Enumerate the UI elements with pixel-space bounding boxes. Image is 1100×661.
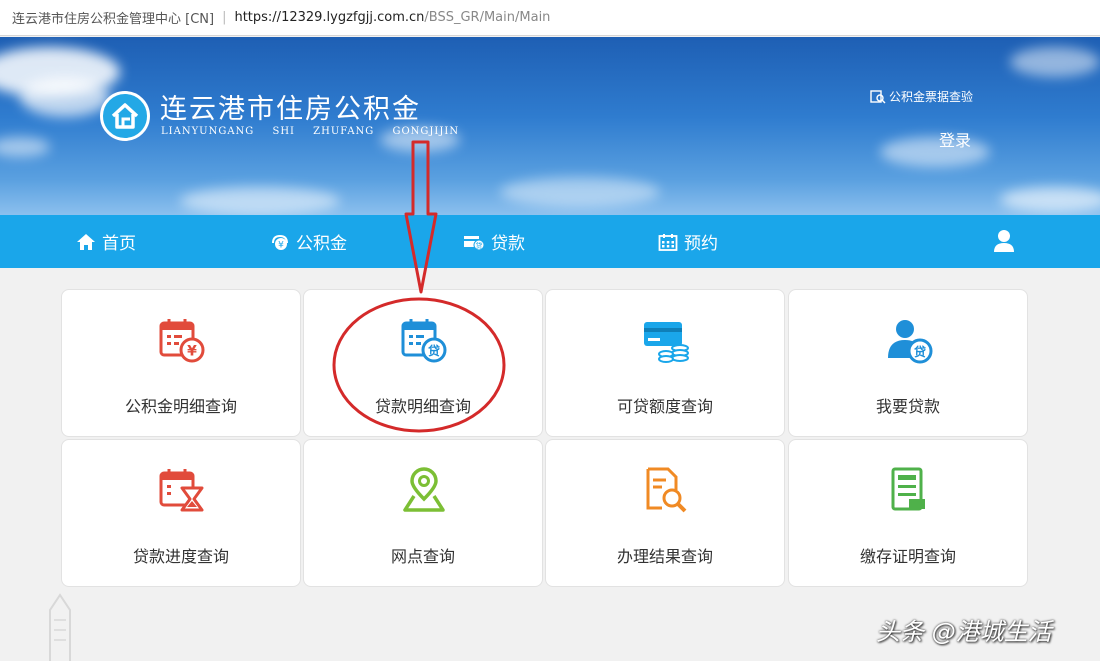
page: 连云港市住房公积金管理中心 [CN] | https://12329.lygzf… — [0, 0, 1100, 661]
deposit-cert-icon — [891, 467, 925, 511]
apply-loan-icon: 贷 — [888, 320, 933, 364]
home-icon — [77, 233, 95, 250]
tile-loan-limit[interactable]: 可贷额度查询 — [545, 289, 785, 437]
svg-text:¥: ¥ — [278, 240, 284, 250]
main-nav: 首页 ¥ 公积金 贷 贷款 预约 — [0, 215, 1100, 268]
receipt-verify-link[interactable]: 公积金票据查验 — [870, 88, 973, 105]
building-illustration — [49, 593, 71, 661]
login-link[interactable]: 登录 — [939, 127, 971, 151]
site-title: 连云港市住房公积金管理中心 [CN] — [12, 12, 215, 27]
loan-card-icon: 贷 — [464, 235, 485, 250]
logo-icon[interactable] — [100, 91, 150, 141]
receipt-verify-label: 公积金票据查验 — [889, 90, 974, 104]
nav-item-fund[interactable]: ¥ 公积金 — [270, 215, 347, 268]
cloud — [20, 77, 110, 117]
fund-icon: ¥ — [272, 234, 288, 250]
svg-text:¥: ¥ — [187, 344, 197, 360]
loan-limit-icon — [644, 322, 689, 363]
fund-detail-icon: ¥ — [159, 319, 205, 363]
tile-label: 网点查询 — [390, 547, 455, 566]
tile-label: 缴存证明查询 — [859, 547, 956, 566]
tile-label: 贷款进度查询 — [132, 547, 229, 566]
browser-address-bar[interactable]: 连云港市住房公积金管理中心 [CN] | https://12329.lygzf… — [0, 0, 1100, 36]
nav-item-loan[interactable]: 贷 贷款 — [463, 215, 525, 268]
nav-item-label: 贷款 — [491, 234, 525, 254]
cloud — [1010, 47, 1100, 77]
tile-label: 可贷额度查询 — [616, 397, 713, 416]
tile-branch-search[interactable]: 网点查询 — [303, 439, 543, 587]
cloud — [180, 187, 340, 215]
nav-item-label: 公积金 — [296, 234, 347, 254]
location-icon — [403, 467, 445, 512]
nav-item-home[interactable]: 首页 — [76, 215, 136, 268]
header-banner: 连云港市住房公积金 LIANYUNGANG SHI ZHUFANG GONGJI… — [0, 37, 1100, 215]
calendar-icon — [658, 233, 678, 251]
cloud — [0, 137, 50, 157]
logo-subtitle: LIANYUNGANG SHI ZHUFANG GONGJIJIN — [161, 126, 460, 137]
tile-label: 公积金明细查询 — [124, 397, 237, 416]
tile-loan-progress[interactable]: 贷款进度查询 — [61, 439, 301, 587]
loan-progress-icon — [159, 469, 204, 512]
logo-title[interactable]: 连云港市住房公积金 — [160, 87, 421, 126]
svg-text:贷: 贷 — [428, 343, 440, 358]
svg-text:贷: 贷 — [476, 241, 483, 250]
tile-deposit-cert[interactable]: 缴存证明查询 — [788, 439, 1028, 587]
url-host[interactable]: https://12329.lygzfgjj.com.cn — [234, 10, 424, 25]
loan-detail-icon: 贷 — [401, 319, 447, 363]
nav-item-label: 预约 — [684, 234, 718, 254]
tile-fund-detail[interactable]: ¥ 公积金明细查询 — [61, 289, 301, 437]
nav-item-label: 首页 — [102, 234, 136, 254]
tile-label: 办理结果查询 — [616, 547, 713, 566]
result-search-icon — [646, 467, 687, 513]
cloud — [880, 137, 990, 167]
tile-loan-detail[interactable]: 贷 贷款明细查询 — [303, 289, 543, 437]
watermark-text: 头条 @港城生活 — [876, 618, 1052, 646]
tile-apply-loan[interactable]: 贷 我要贷款 — [788, 289, 1028, 437]
tile-label: 贷款明细查询 — [374, 397, 471, 416]
address-separator: | — [222, 10, 227, 25]
url-path[interactable]: /BSS_GR/Main/Main — [424, 10, 550, 25]
svg-text:贷: 贷 — [914, 344, 926, 359]
user-icon[interactable] — [993, 229, 1015, 253]
cloud — [500, 177, 660, 207]
receipt-search-icon — [870, 89, 886, 103]
tile-result-search[interactable]: 办理结果查询 — [545, 439, 785, 587]
tile-label: 我要贷款 — [875, 397, 940, 416]
nav-item-appointment[interactable]: 预约 — [658, 215, 718, 268]
cloud — [1000, 187, 1100, 212]
